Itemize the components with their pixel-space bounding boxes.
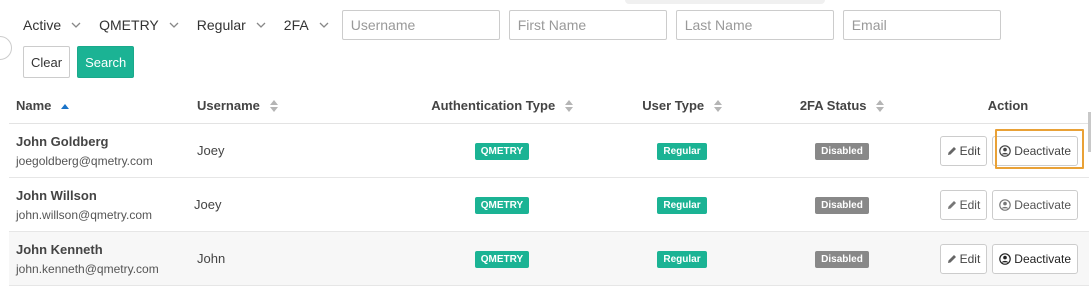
twofa-status-badge: Disabled <box>815 196 869 214</box>
deactivate-button[interactable]: Deactivate <box>992 243 1078 274</box>
column-header-label: User Type <box>642 97 705 113</box>
column-header-name[interactable]: Name <box>9 87 197 124</box>
user-type-badge: Regular <box>657 250 707 268</box>
user-circle-icon <box>999 144 1012 157</box>
user-name: John Kenneth <box>16 241 103 257</box>
twofa-status-badge: Disabled <box>815 142 869 160</box>
twofa-filter-dropdown[interactable]: 2FA <box>284 9 329 41</box>
last-name-input[interactable] <box>675 10 834 40</box>
search-button[interactable]: Search <box>77 46 135 78</box>
auth-type-filter-label: QMETRY <box>99 17 159 33</box>
user-name: John Goldberg <box>16 133 109 149</box>
user-type-badge: Regular <box>657 196 707 214</box>
filter-actions: Clear Search <box>23 46 141 78</box>
column-header-label: 2FA Status <box>799 97 867 113</box>
user-type-filter-dropdown[interactable]: Regular <box>197 9 266 41</box>
user-email: joegoldberg@qmetry.com <box>16 153 153 168</box>
pencil-icon <box>947 254 956 263</box>
auth-type-badge: QMETRY <box>474 196 530 214</box>
auth-type-filter-dropdown[interactable]: QMETRY <box>99 9 179 41</box>
first-name-input[interactable] <box>508 10 667 40</box>
chevron-down-icon <box>319 22 329 28</box>
user-circle-icon <box>999 252 1012 265</box>
deactivate-button[interactable]: Deactivate <box>992 189 1078 220</box>
twofa-filter-label: 2FA <box>283 17 309 33</box>
edit-button[interactable]: Edit <box>939 243 988 274</box>
username-cell: John <box>197 251 226 266</box>
user-type-badge: Regular <box>657 142 707 160</box>
twofa-status-badge: Disabled <box>815 250 869 268</box>
edit-label: Edit <box>959 197 981 212</box>
auth-type-badge: QMETRY <box>474 250 530 268</box>
edit-button[interactable]: Edit <box>939 135 988 166</box>
user-email: john.kenneth@qmetry.com <box>16 261 159 276</box>
table-row: John Kenneth john.kenneth@qmetry.com John… <box>9 231 1089 286</box>
column-header-label: Name <box>16 97 52 113</box>
column-header-label: Action <box>987 97 1029 113</box>
pencil-icon <box>947 200 956 209</box>
chevron-down-icon <box>71 22 81 28</box>
status-filter-label: Active <box>23 17 62 33</box>
top-decoration <box>625 0 825 4</box>
edit-label: Edit <box>959 251 981 266</box>
column-header-twofa-status[interactable]: 2FA Status <box>757 87 927 124</box>
user-circle-icon <box>999 198 1012 211</box>
user-name: John Willson <box>16 187 97 203</box>
user-email: john.willson@qmetry.com <box>16 207 153 222</box>
chevron-down-icon <box>169 22 179 28</box>
column-header-user-type[interactable]: User Type <box>607 87 757 124</box>
column-header-label: Username <box>197 97 260 113</box>
deactivate-label: Deactivate <box>1014 143 1071 158</box>
sort-asc-icon <box>61 104 70 110</box>
side-collapse-toggle[interactable] <box>0 36 12 60</box>
column-header-auth-type[interactable]: Authentication Type <box>397 87 607 124</box>
sort-icon <box>876 100 885 113</box>
deactivate-label: Deactivate <box>1014 197 1071 212</box>
auth-type-badge: QMETRY <box>474 142 530 160</box>
table-row: John Willson john.willson@qmetry.com Joey… <box>9 177 1089 232</box>
sort-icon <box>713 100 722 113</box>
username-cell: Joey <box>194 197 222 212</box>
deactivate-label: Deactivate <box>1014 251 1071 266</box>
deactivate-button[interactable]: Deactivate <box>992 135 1078 166</box>
edit-button[interactable]: Edit <box>939 189 988 220</box>
filter-bar: Active QMETRY Regular 2FA <box>23 9 1010 41</box>
table-row: John Goldberg joegoldberg@qmetry.com Joey… <box>9 123 1089 178</box>
edit-label: Edit <box>959 143 981 158</box>
users-table: Name Username Authentication Type User T… <box>9 87 1089 286</box>
sort-icon <box>269 100 278 113</box>
status-filter-dropdown[interactable]: Active <box>23 9 81 41</box>
pencil-icon <box>947 146 956 155</box>
column-header-label: Authentication Type <box>431 97 556 113</box>
email-input[interactable] <box>842 10 1001 40</box>
sort-icon <box>564 100 573 113</box>
clear-button[interactable]: Clear <box>23 46 71 78</box>
user-type-filter-label: Regular <box>196 17 246 33</box>
chevron-down-icon <box>256 22 266 28</box>
column-header-action: Action <box>927 87 1089 124</box>
username-cell: Joey <box>197 143 225 158</box>
column-header-username[interactable]: Username <box>197 87 397 124</box>
username-input[interactable] <box>341 10 500 40</box>
